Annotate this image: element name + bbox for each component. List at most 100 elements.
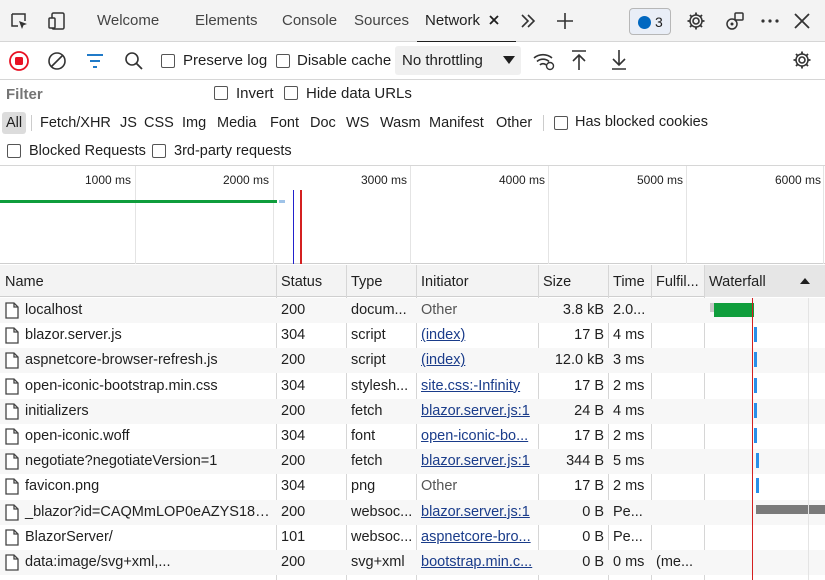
hide-data-urls-checkbox[interactable] bbox=[284, 86, 298, 100]
network-settings-gear-icon[interactable] bbox=[792, 50, 812, 70]
settings-gear-icon[interactable] bbox=[686, 11, 706, 31]
type-filter-doc[interactable]: Doc bbox=[310, 112, 336, 134]
type-filter-ws[interactable]: WS bbox=[346, 112, 369, 134]
type-filter-font[interactable]: Font bbox=[270, 112, 299, 134]
table-row[interactable]: _blazor?id=CAQMmLOP0eAZYS182z... 200 webso… bbox=[0, 499, 825, 525]
cell-name: data:image/svg+xml,... bbox=[25, 554, 171, 570]
search-icon[interactable] bbox=[124, 51, 144, 71]
table-row[interactable]: BlazorServer/101 websoc... aspnetcore-bro.… bbox=[0, 525, 825, 550]
close-devtools-icon[interactable] bbox=[792, 11, 812, 31]
issues-counter-button[interactable]: 3 bbox=[629, 8, 671, 35]
hide-data-urls-label: Hide data URLs bbox=[306, 85, 412, 102]
column-header-name[interactable]: Name bbox=[0, 265, 276, 297]
device-emulation-icon[interactable] bbox=[47, 11, 67, 31]
initiator-link[interactable]: blazor.server.js:1 bbox=[421, 453, 530, 469]
type-filter-other[interactable]: Other bbox=[496, 112, 532, 134]
table-row[interactable]: localhost 200 docum... Other 3.8 kB 2.0... bbox=[0, 298, 825, 323]
blocked-requests-label: Blocked Requests bbox=[29, 143, 146, 159]
cell-fulfilled bbox=[651, 399, 704, 424]
more-options-icon[interactable] bbox=[760, 11, 780, 31]
cell-status: 200 bbox=[281, 453, 306, 470]
issues-count: 3 bbox=[655, 14, 663, 30]
cell-type: script bbox=[351, 327, 386, 344]
filter-icon[interactable] bbox=[85, 52, 105, 70]
devtools-tab-bar: Welcome Elements Console Sources Network… bbox=[0, 0, 825, 43]
type-filter-media[interactable]: Media bbox=[217, 112, 257, 134]
cell-fulfilled bbox=[651, 298, 704, 323]
initiator-link[interactable]: (index) bbox=[421, 352, 465, 368]
cell-type: svg+xml bbox=[351, 554, 405, 570]
table-row[interactable]: aspnetcore-browser-refresh.js 200 script (i… bbox=[0, 348, 825, 374]
third-party-requests-label: 3rd-party requests bbox=[174, 143, 292, 159]
column-header-type[interactable]: Type bbox=[346, 265, 416, 297]
cell-fulfilled bbox=[651, 348, 704, 373]
throttling-select[interactable]: No throttling bbox=[395, 46, 521, 75]
cell-size: 24 B bbox=[574, 402, 604, 419]
preserve-log-checkbox[interactable] bbox=[161, 54, 175, 68]
invert-checkbox[interactable] bbox=[214, 86, 228, 100]
waterfall-bar bbox=[756, 478, 759, 494]
third-party-requests-checkbox[interactable] bbox=[152, 144, 166, 158]
initiator-link[interactable]: bootstrap.min.c... bbox=[421, 554, 532, 570]
column-header-status[interactable]: Status bbox=[276, 265, 346, 297]
table-row[interactable]: blazor.server.js 304 script (index) 17 B 4 ms bbox=[0, 323, 825, 348]
customize-feedback-icon[interactable] bbox=[725, 11, 745, 31]
has-blocked-cookies-checkbox[interactable] bbox=[554, 116, 568, 130]
cell-time: 2 ms bbox=[613, 377, 645, 394]
type-filter-img[interactable]: Img bbox=[182, 112, 206, 134]
initiator-link[interactable]: open-iconic-bo... bbox=[421, 428, 528, 444]
cell-fulfilled bbox=[651, 424, 704, 449]
export-har-download-icon[interactable] bbox=[610, 49, 628, 71]
cell-size: 17 B bbox=[574, 377, 604, 394]
add-tab-icon[interactable] bbox=[555, 11, 575, 31]
blocked-requests-checkbox[interactable] bbox=[7, 144, 21, 158]
initiator-link[interactable]: site.css:-Infinity bbox=[421, 378, 520, 394]
column-header-initiator[interactable]: Initiator bbox=[416, 265, 538, 297]
column-header-time[interactable]: Time bbox=[608, 265, 651, 297]
type-filter-manifest[interactable]: Manifest bbox=[429, 112, 484, 134]
type-filter-css[interactable]: CSS bbox=[144, 112, 174, 134]
initiator-link[interactable]: aspnetcore-bro... bbox=[421, 529, 531, 545]
tick-label: 3000 ms bbox=[361, 173, 408, 187]
waterfall-load-marker bbox=[752, 298, 753, 580]
table-row[interactable]: data:image/svg+xml,... 200 svg+xml bootstra… bbox=[0, 550, 825, 575]
initiator-link[interactable]: blazor.server.js:1 bbox=[421, 403, 530, 419]
cell-name: _blazor?id=CAQMmLOP0eAZYS182z... bbox=[25, 503, 276, 520]
tab-network[interactable]: Network bbox=[416, 0, 517, 43]
cell-status: 304 bbox=[281, 327, 306, 344]
more-tabs-chevron-icon[interactable] bbox=[518, 11, 538, 31]
cell-type: fetch bbox=[351, 402, 383, 419]
filter-input[interactable] bbox=[0, 81, 198, 107]
inspect-element-icon[interactable] bbox=[9, 11, 29, 31]
type-filter-fetch-xhr[interactable]: Fetch/XHR bbox=[40, 112, 111, 134]
import-har-upload-icon[interactable] bbox=[570, 49, 588, 71]
load-event-marker bbox=[300, 190, 302, 264]
type-filter-wasm[interactable]: Wasm bbox=[380, 112, 421, 134]
clear-icon[interactable] bbox=[47, 51, 67, 71]
table-row[interactable]: negotiate?negotiateVersion=1 200 fetch blaz… bbox=[0, 449, 825, 475]
tab-welcome[interactable]: Welcome bbox=[97, 0, 159, 42]
close-tab-icon[interactable] bbox=[486, 12, 506, 32]
tab-elements[interactable]: Elements bbox=[195, 0, 258, 42]
disable-cache-checkbox[interactable] bbox=[276, 54, 290, 68]
tab-sources[interactable]: Sources bbox=[354, 0, 409, 42]
type-filter-all[interactable]: All bbox=[2, 112, 27, 134]
waterfall-bar bbox=[754, 377, 757, 393]
table-row[interactable]: open-iconic.woff 304 font open-iconic-bo...… bbox=[0, 424, 825, 449]
initiator-link[interactable]: (index) bbox=[421, 327, 465, 343]
column-header-size[interactable]: Size bbox=[538, 265, 608, 297]
cell-type: websoc... bbox=[351, 528, 413, 545]
record-stop-icon[interactable] bbox=[8, 50, 30, 72]
cell-fulfilled bbox=[651, 474, 704, 499]
network-conditions-icon[interactable] bbox=[533, 51, 555, 71]
cell-size: 17 B bbox=[574, 428, 604, 444]
table-row[interactable]: open-iconic-bootstrap.min.css 304 stylesh.… bbox=[0, 374, 825, 399]
tab-console[interactable]: Console bbox=[282, 0, 337, 42]
type-filter-js[interactable]: JS bbox=[120, 112, 137, 134]
column-header-fulfilled[interactable]: Fulfil... bbox=[651, 265, 704, 297]
table-row[interactable]: initializers 200 fetch blazor.server.js:1 24… bbox=[0, 398, 825, 424]
cell-fulfilled bbox=[651, 374, 704, 399]
network-overview-timeline[interactable]: 1000 ms 2000 ms 3000 ms 4000 ms 5000 ms … bbox=[0, 166, 825, 264]
initiator-link[interactable]: blazor.server.js:1 bbox=[421, 504, 530, 520]
table-row[interactable]: favicon.png 304 png Other 17 B 2 ms bbox=[0, 474, 825, 499]
